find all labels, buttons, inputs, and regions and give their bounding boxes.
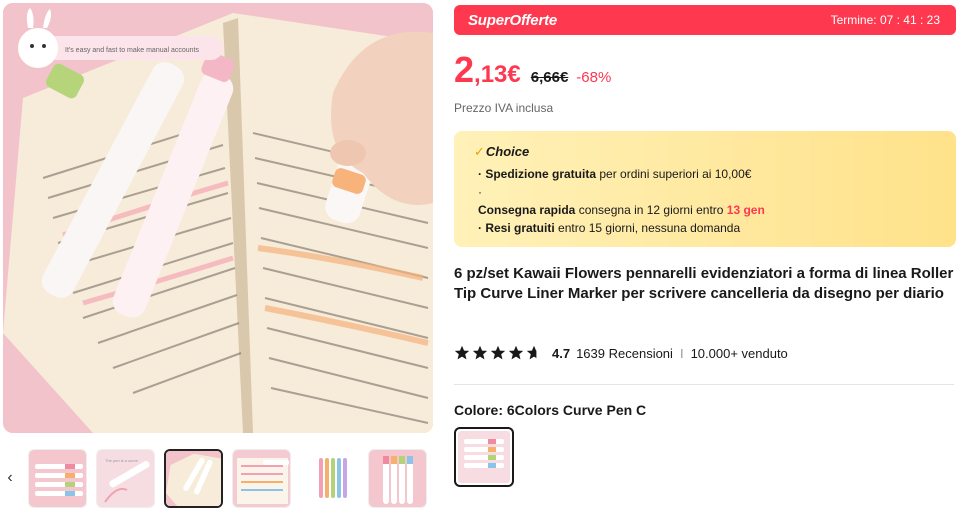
discount-badge: -68% [576, 69, 612, 86]
thumbnail-2[interactable]: The pen is a curve [96, 449, 155, 508]
price-decimal: ,13€ [474, 61, 521, 88]
chevron-left-icon: ‹ [7, 469, 13, 486]
color-option-selected[interactable] [454, 427, 514, 487]
star-icon [472, 345, 488, 360]
original-price: 6,66€ [530, 69, 569, 86]
rating-row[interactable]: 4.7 1639 Recensioni I 10.000+ venduto [454, 343, 788, 363]
main-image-banner-text: It's easy and fast to make manual accoun… [65, 47, 200, 54]
thumbnail-1[interactable] [28, 449, 87, 508]
color-label: Colore: 6Colors Curve Pen C [454, 402, 647, 418]
thumbnail-4[interactable] [232, 449, 291, 508]
vat-note: Prezzo IVA inclusa [454, 101, 554, 115]
super-deal-brand: SuperOfferte [468, 11, 558, 29]
bullet-line: · [478, 185, 482, 199]
star-icon [490, 345, 506, 360]
price-integer: 2 [454, 49, 475, 90]
choice-title: ✓ Choice [474, 144, 530, 159]
thumbnail-6[interactable] [368, 449, 427, 508]
half-star-icon [526, 345, 537, 360]
thumbnail-strip: ‹ The pen is a curve [0, 446, 440, 510]
deal-countdown: Termine: 07 : 41 : 23 [830, 13, 940, 27]
star-icon [454, 345, 470, 360]
thumbnail-5[interactable] [300, 449, 359, 508]
thumbnail-3[interactable] [164, 449, 223, 508]
product-title: 6 pz/set Kawaii Flowers pennarelli evide… [454, 265, 954, 302]
rating-score: 4.7 [552, 345, 571, 361]
sold-count: 10.000+ venduto [690, 345, 788, 361]
divider [454, 384, 954, 385]
check-icon: ✓ [474, 144, 485, 159]
svg-text:The pen is a curve: The pen is a curve [105, 458, 139, 463]
star-icon [508, 345, 524, 360]
free-shipping-line: · Spedizione gratuita per ordini superio… [478, 167, 752, 181]
separator: I [679, 345, 684, 361]
product-gallery: It's easy and fast to make manual accoun… [0, 0, 440, 515]
choice-benefits-box[interactable]: ✓ Choice · Spedizione gratuita per ordin… [454, 131, 956, 247]
main-image-illustration: It's easy and fast to make manual accoun… [3, 3, 433, 433]
fast-delivery-line: Consegna rapida consegna in 12 giorni en… [478, 203, 765, 217]
thumb-prev-button[interactable]: ‹ [0, 446, 20, 510]
main-product-image[interactable]: It's easy and fast to make manual accoun… [3, 3, 433, 433]
free-returns-line: · Resi gratuiti entro 15 giorni, nessuna… [478, 221, 741, 235]
super-deal-bar: SuperOfferte Termine: 07 : 41 : 23 [454, 5, 956, 35]
price-row: 2 ,13€ 6,66€ -68% [454, 49, 612, 90]
rating-stars [454, 345, 544, 361]
reviews-link[interactable]: 1639 Recensioni [576, 346, 673, 361]
